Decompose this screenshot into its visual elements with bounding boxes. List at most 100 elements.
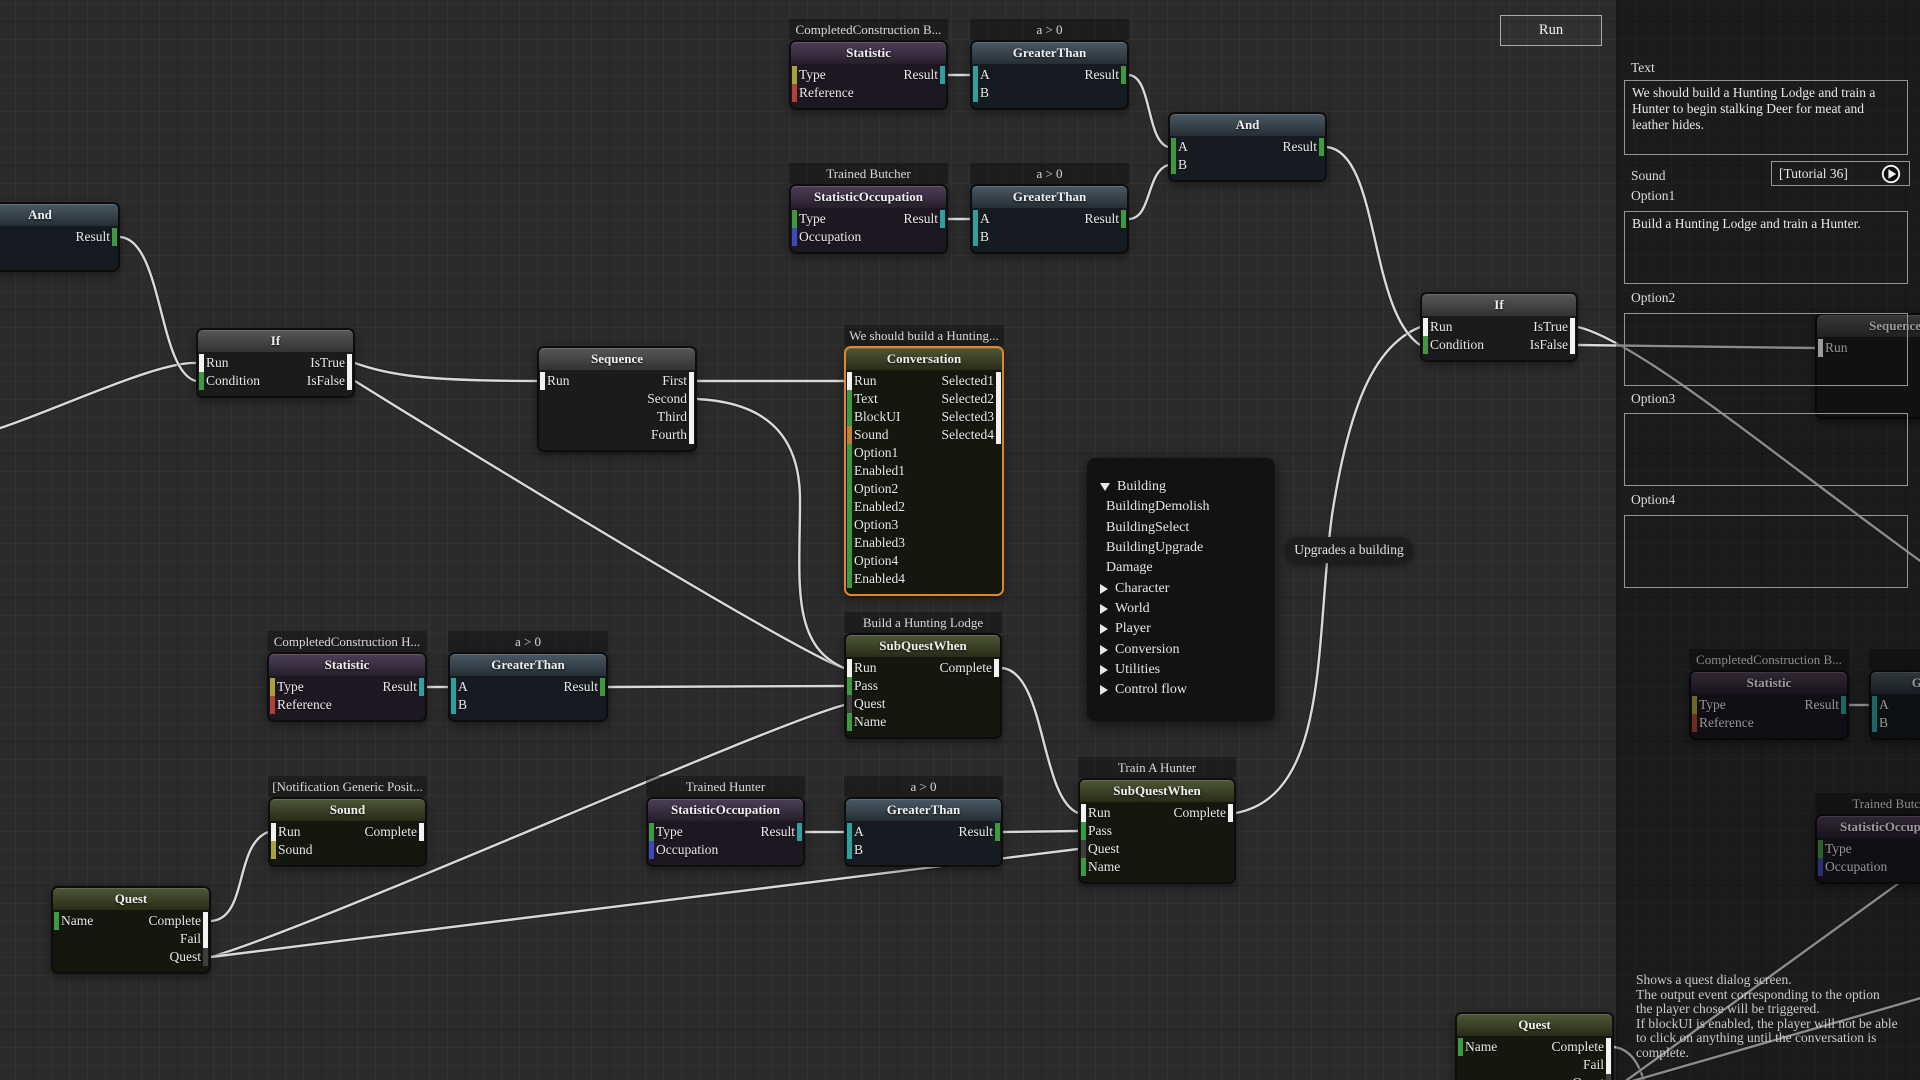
- node-header[interactable]: GreaterThan: [972, 186, 1127, 208]
- output-port-result[interactable]: [940, 210, 945, 228]
- input-port-name[interactable]: [1081, 858, 1086, 876]
- node-header[interactable]: And: [1170, 114, 1325, 136]
- input-port-run[interactable]: [271, 823, 276, 841]
- node-header[interactable]: Quest: [1457, 1014, 1612, 1036]
- output-port-selected3[interactable]: [996, 408, 1001, 426]
- node-sound[interactable]: [Notification Generic Posit...SoundRunCo…: [268, 797, 427, 867]
- node-header[interactable]: If: [1422, 294, 1576, 316]
- output-port-selected1[interactable]: [996, 372, 1001, 390]
- input-port-b[interactable]: [451, 696, 456, 714]
- input-port-b[interactable]: [973, 84, 978, 102]
- menu-item-utilities[interactable]: Utilities: [1087, 660, 1275, 680]
- output-port-quest[interactable]: [203, 948, 208, 966]
- input-port-quest[interactable]: [1081, 840, 1086, 858]
- menu-item-player[interactable]: Player: [1087, 619, 1275, 639]
- output-port-istrue[interactable]: [347, 354, 352, 372]
- input-port-type[interactable]: [270, 678, 275, 696]
- node-quest-left[interactable]: QuestNameCompleteFailQuest: [51, 886, 211, 974]
- input-port-run[interactable]: [1423, 318, 1428, 336]
- output-port-fail[interactable]: [1606, 1056, 1611, 1074]
- node-and-right[interactable]: AndAResultB: [1168, 112, 1327, 182]
- input-port-enabled3[interactable]: [847, 534, 852, 552]
- node-greaterthan-mid[interactable]: a > 0GreaterThanAResultB: [448, 652, 608, 722]
- input-port-b[interactable]: [973, 228, 978, 246]
- wire-w6[interactable]: [697, 399, 844, 668]
- input-port-condition[interactable]: [1423, 336, 1428, 354]
- input-port-a[interactable]: [973, 66, 978, 84]
- output-port-result[interactable]: [112, 228, 117, 246]
- input-port-blockui[interactable]: [847, 408, 852, 426]
- output-port-result[interactable]: [1121, 210, 1126, 228]
- node-header[interactable]: Sound: [270, 799, 425, 821]
- option-field-4[interactable]: [1624, 515, 1908, 588]
- text-field[interactable]: We should build a Hunting Lodge and trai…: [1624, 80, 1908, 155]
- menu-item-control-flow[interactable]: Control flow: [1087, 680, 1275, 700]
- node-conversation[interactable]: We should build a Hunting...Conversation…: [844, 346, 1004, 596]
- node-greaterthan-btm[interactable]: a > 0GreaterThanAResultB: [844, 797, 1003, 867]
- input-port-type[interactable]: [649, 823, 654, 841]
- input-port-enabled1[interactable]: [847, 462, 852, 480]
- input-port-occupation[interactable]: [649, 841, 654, 859]
- node-header[interactable]: GreaterThan: [972, 42, 1127, 64]
- wire-w20[interactable]: [1327, 147, 1420, 345]
- input-port-enabled2[interactable]: [847, 498, 852, 516]
- output-port-result[interactable]: [1319, 138, 1324, 156]
- input-port-run[interactable]: [199, 354, 204, 372]
- input-port-run[interactable]: [847, 372, 852, 390]
- node-header[interactable]: GreaterThan: [846, 799, 1001, 821]
- output-port-istrue[interactable]: [1570, 318, 1575, 336]
- output-port-complete[interactable]: [994, 659, 999, 677]
- input-port-option1[interactable]: [847, 444, 852, 462]
- node-subquest-bhl[interactable]: Build a Hunting LodgeSubQuestWhenRunComp…: [844, 633, 1002, 739]
- output-port-result[interactable]: [600, 678, 605, 696]
- node-greaterthan-top[interactable]: a > 0GreaterThanAResultB: [970, 40, 1129, 110]
- input-port-pass[interactable]: [847, 677, 852, 695]
- output-port-fourth[interactable]: [689, 426, 694, 444]
- node-header[interactable]: Conversation: [846, 348, 1002, 370]
- output-port-complete[interactable]: [419, 823, 424, 841]
- output-port-first[interactable]: [689, 372, 694, 390]
- node-statistic-mid[interactable]: CompletedConstruction H...StatisticTypeR…: [267, 652, 427, 722]
- input-port-occupation[interactable]: [792, 228, 797, 246]
- menu-item-buildingupgrade[interactable]: BuildingUpgrade: [1087, 538, 1275, 558]
- node-header[interactable]: SubQuestWhen: [1080, 780, 1234, 802]
- output-port-complete[interactable]: [203, 912, 208, 930]
- input-port-option3[interactable]: [847, 516, 852, 534]
- output-port-quest[interactable]: [1606, 1074, 1611, 1080]
- output-port-selected2[interactable]: [996, 390, 1001, 408]
- wire-w19[interactable]: [1129, 165, 1168, 219]
- input-port-reference[interactable]: [270, 696, 275, 714]
- input-port-run[interactable]: [847, 659, 852, 677]
- input-port-a[interactable]: [451, 678, 456, 696]
- output-port-isfalse[interactable]: [347, 372, 352, 390]
- input-port-condition[interactable]: [199, 372, 204, 390]
- menu-item-character[interactable]: Character: [1087, 578, 1275, 598]
- node-statocc-btm[interactable]: Trained HunterStatisticOccupationTypeRes…: [646, 797, 805, 867]
- wire-w18[interactable]: [1129, 75, 1168, 147]
- node-if-left[interactable]: IfRunIsTrueConditionIsFalse: [196, 328, 355, 398]
- output-port-result[interactable]: [419, 678, 424, 696]
- input-port-name[interactable]: [54, 912, 59, 930]
- node-statistic-top[interactable]: CompletedConstruction B...StatisticTypeR…: [789, 40, 948, 110]
- input-port-sound[interactable]: [847, 426, 852, 444]
- input-port-enabled4[interactable]: [847, 570, 852, 588]
- wire-w8[interactable]: [608, 686, 844, 687]
- node-header[interactable]: Statistic: [791, 42, 946, 64]
- output-port-selected4[interactable]: [996, 426, 1001, 444]
- node-header[interactable]: If: [198, 330, 353, 352]
- input-port-b[interactable]: [1171, 156, 1176, 174]
- wire-w14[interactable]: [1002, 668, 1078, 813]
- output-port-result[interactable]: [940, 66, 945, 84]
- node-quest-btm[interactable]: QuestNameCompleteFailQuest: [1455, 1012, 1614, 1080]
- menu-item-buildingselect[interactable]: BuildingSelect: [1087, 518, 1275, 538]
- node-header[interactable]: StatisticOccupation: [648, 799, 803, 821]
- input-port-sound[interactable]: [271, 841, 276, 859]
- output-port-third[interactable]: [689, 408, 694, 426]
- option-field-1[interactable]: Build a Hunting Lodge and train a Hunter…: [1624, 211, 1908, 284]
- input-port-name[interactable]: [847, 713, 852, 731]
- output-port-second[interactable]: [689, 390, 694, 408]
- input-port-name[interactable]: [1458, 1038, 1463, 1056]
- run-button[interactable]: Run: [1500, 15, 1602, 46]
- input-port-option2[interactable]: [847, 480, 852, 498]
- input-port-quest[interactable]: [847, 695, 852, 713]
